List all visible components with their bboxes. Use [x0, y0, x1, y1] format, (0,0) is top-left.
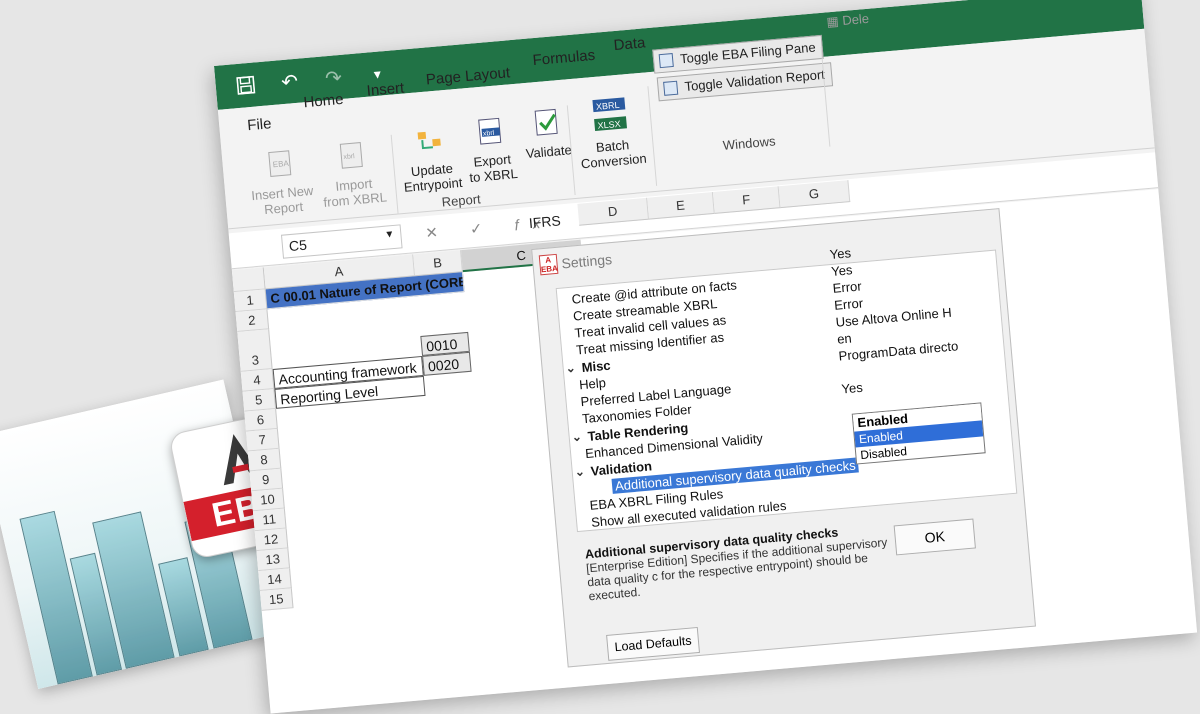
insert-report-icon: EBA — [244, 146, 317, 185]
delete-label: Dele — [841, 10, 870, 29]
reporting-level-code[interactable]: 0020 — [422, 351, 472, 376]
svg-text:xbrl: xbrl — [483, 130, 495, 138]
name-box[interactable]: C5 ▼ — [280, 224, 403, 259]
settings-dialog: A EBA Settings Create @id attribute on fa… — [531, 208, 1036, 668]
filing-pane-icon — [658, 52, 674, 69]
chevron-down-icon[interactable]: ⌄ — [574, 464, 585, 479]
svg-text:xbrl: xbrl — [343, 153, 355, 161]
batch-conversion-button[interactable]: XBRL XLSX Batch Conversion — [570, 94, 652, 171]
row-header[interactable]: 15 — [259, 588, 294, 611]
import-xbrl-icon: xbrl — [317, 138, 386, 177]
validation-report-icon — [663, 80, 679, 96]
name-box-dropdown-icon[interactable]: ▼ — [384, 229, 395, 241]
select-all-corner[interactable] — [231, 267, 266, 293]
delete-icon: ▦ — [825, 13, 843, 30]
property-grid: Create @id attribute on facts Yes Create … — [555, 245, 1018, 533]
eba-small-logo-icon: A EBA — [538, 253, 559, 276]
import-from-xbrl-label: Import from XBRL — [322, 175, 388, 210]
batch-conversion-label: Batch Conversion — [580, 137, 648, 172]
name-box-value: C5 — [288, 236, 308, 255]
report-group-label: Report — [441, 191, 482, 210]
import-from-xbrl-button[interactable]: xbrl Import from XBRL — [317, 138, 389, 210]
tab-insert[interactable]: Insert — [366, 80, 405, 100]
cancel-icon[interactable]: ✕ — [425, 223, 453, 242]
insert-new-report-button[interactable]: EBA Insert New Report — [244, 146, 320, 219]
batch-conversion-icon: XBRL XLSX — [570, 94, 649, 137]
chevron-down-icon[interactable]: ⌄ — [565, 361, 576, 376]
export-to-xbrl-button[interactable]: xbrl Export to XBRL — [460, 114, 524, 186]
excel-window: ↶ ↷ ▾ File Home File Home Insert Page La… — [214, 0, 1198, 714]
tab-home-label[interactable]: Home — [303, 91, 344, 111]
update-entrypoint-icon — [396, 123, 463, 161]
update-entrypoint-label: Update Entrypoint — [403, 160, 464, 195]
validate-label: Validate — [525, 142, 573, 162]
update-entrypoint-button[interactable]: Update Entrypoint — [396, 123, 466, 195]
insert-new-report-label: Insert New Report — [250, 182, 314, 218]
export-to-xbrl-label: Export to XBRL — [468, 151, 519, 186]
svg-text:XBRL: XBRL — [596, 100, 620, 112]
windows-group-label: Windows — [722, 133, 777, 153]
toggle-validation-report-label: Toggle Validation Report — [683, 66, 826, 95]
svg-text:EBA: EBA — [272, 159, 289, 169]
formula-input[interactable]: IFRS — [528, 212, 561, 231]
tab-file-label[interactable]: File — [247, 115, 273, 134]
chevron-down-icon[interactable]: ⌄ — [571, 429, 582, 444]
settings-title: Settings — [560, 251, 613, 272]
enter-icon[interactable]: ✓ — [469, 219, 497, 238]
tab-data[interactable]: Data — [613, 34, 646, 54]
row-header[interactable]: 3 — [237, 329, 273, 372]
export-xbrl-icon: xbrl — [460, 114, 521, 152]
load-defaults-button[interactable]: Load Defaults — [606, 626, 700, 661]
svg-text:XLSX: XLSX — [597, 119, 621, 131]
